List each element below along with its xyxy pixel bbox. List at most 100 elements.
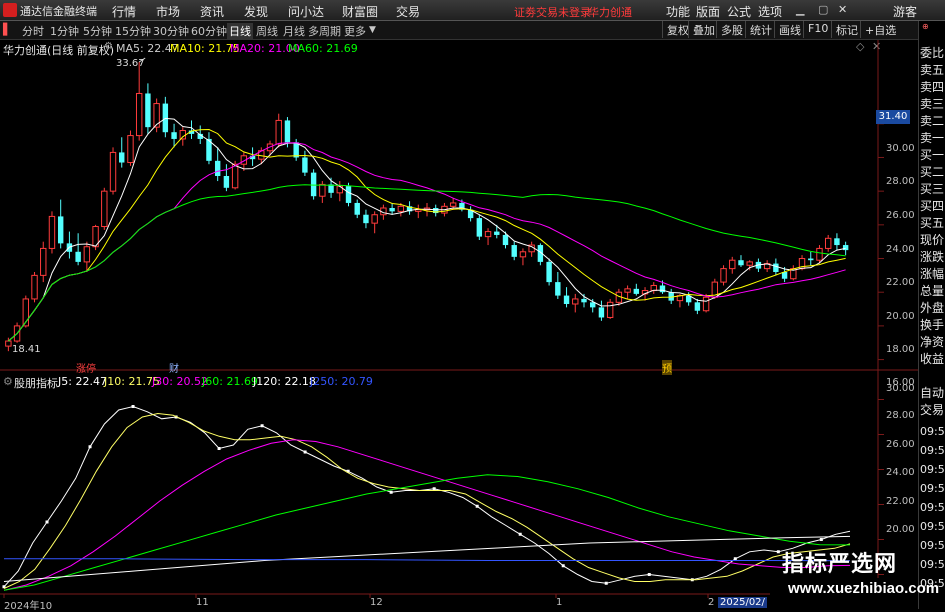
- candle: [75, 233, 81, 266]
- watermark-url: www.xuezhibiao.com: [788, 580, 940, 597]
- indicator-settings-icon[interactable]: ⚙: [3, 375, 13, 388]
- price-axis: [878, 123, 884, 361]
- tick-time: 09:53: [920, 539, 945, 552]
- candle-body: [563, 295, 570, 304]
- quote-field-label: 卖一: [920, 131, 945, 145]
- quote-field-label: 买五: [920, 216, 945, 230]
- candle: [467, 206, 474, 222]
- quote-field-label: 委比: [920, 46, 945, 60]
- candle-body: [746, 261, 753, 266]
- candle-body: [389, 208, 395, 212]
- j250-line: [4, 558, 851, 562]
- candle: [48, 211, 56, 254]
- quote-field-label: 卖五: [920, 63, 945, 77]
- candle: [633, 283, 640, 296]
- indicator-title: 股朋指标: [14, 377, 58, 390]
- candle: [319, 181, 326, 203]
- j60-line: [3, 474, 851, 591]
- tick-time: 09:52: [920, 482, 945, 495]
- candle-body: [476, 218, 483, 237]
- candle-body: [494, 231, 500, 235]
- quote-field-label: 收益: [920, 352, 945, 366]
- finance-marker[interactable]: 财: [169, 360, 179, 375]
- candle-body: [633, 288, 640, 294]
- chart-canvas[interactable]: [0, 0, 945, 609]
- candle: [363, 209, 369, 229]
- x-tick: 12: [370, 597, 383, 608]
- y-tick: 24.00: [886, 244, 915, 255]
- candle: [511, 241, 517, 261]
- candle-body: [598, 307, 605, 318]
- j5-point: [776, 550, 780, 554]
- candle: [223, 164, 230, 192]
- quote-field-label: 买一: [920, 148, 945, 162]
- tick-time: 09:52: [920, 501, 945, 514]
- j5-point: [131, 405, 135, 408]
- j5-point: [303, 450, 307, 454]
- candle-body: [484, 231, 492, 238]
- indicator-y-tick: 26.00: [886, 439, 915, 450]
- candle-body: [363, 214, 369, 224]
- candle: [162, 96, 169, 138]
- y-tick: 22.00: [886, 277, 915, 288]
- candle-body: [293, 142, 299, 158]
- candle-body: [519, 251, 527, 258]
- candle: [433, 204, 439, 217]
- candle: [720, 265, 727, 286]
- candle: [624, 285, 631, 299]
- candle: [119, 137, 125, 168]
- j5-point: [45, 520, 49, 524]
- j5-point: [389, 490, 393, 494]
- candle: [563, 287, 570, 308]
- quote-field-label: 现价: [920, 233, 945, 247]
- candle: [354, 199, 360, 219]
- j30-label: J30: 20.52: [152, 375, 208, 388]
- candle: [275, 113, 282, 148]
- j5-point: [561, 564, 565, 568]
- candle-body: [606, 301, 614, 318]
- ma5-line: [8, 117, 846, 342]
- candle: [484, 228, 492, 246]
- current-price-badge: 31.40: [876, 110, 910, 124]
- candle-body: [397, 205, 405, 212]
- candle: [302, 150, 308, 176]
- j5-point: [475, 504, 479, 508]
- candle-body: [135, 92, 143, 137]
- panel-header-icon[interactable]: ⊕: [922, 22, 929, 31]
- candle: [109, 147, 117, 195]
- candle-body: [842, 245, 849, 251]
- auto-label: 自动: [920, 386, 945, 400]
- candle: [336, 181, 343, 202]
- y-tick: 28.00: [886, 176, 915, 187]
- j5-point: [819, 538, 823, 541]
- candle-body: [214, 160, 221, 176]
- j5-point: [217, 447, 221, 450]
- candle: [66, 231, 73, 259]
- candle-body: [83, 246, 91, 263]
- quote-field-label: 净资: [920, 335, 945, 349]
- candle-body: [729, 259, 736, 270]
- x-tick: 1: [556, 597, 563, 608]
- candle-body: [546, 261, 552, 283]
- candle: [834, 233, 840, 251]
- candle: [476, 214, 483, 240]
- tick-time: 09:52: [920, 463, 945, 476]
- indicator-y-tick: 20.00: [886, 524, 915, 535]
- indicator-y-tick: 22.00: [886, 496, 915, 507]
- candle: [528, 241, 535, 257]
- candle-body: [319, 183, 326, 197]
- tick-time: 09:53: [920, 558, 945, 571]
- candle-body: [231, 163, 239, 189]
- limit-up-marker[interactable]: 涨停: [76, 360, 96, 375]
- candle: [598, 300, 605, 321]
- j5-point: [88, 445, 92, 449]
- forecast-marker[interactable]: 预: [662, 360, 672, 375]
- y-tick: 26.00: [886, 210, 915, 221]
- j5-point: [604, 581, 608, 585]
- candle: [824, 234, 832, 252]
- candle: [738, 255, 744, 267]
- candle: [127, 130, 134, 166]
- candle: [57, 199, 64, 249]
- candle: [145, 83, 151, 134]
- candle-body: [109, 151, 117, 192]
